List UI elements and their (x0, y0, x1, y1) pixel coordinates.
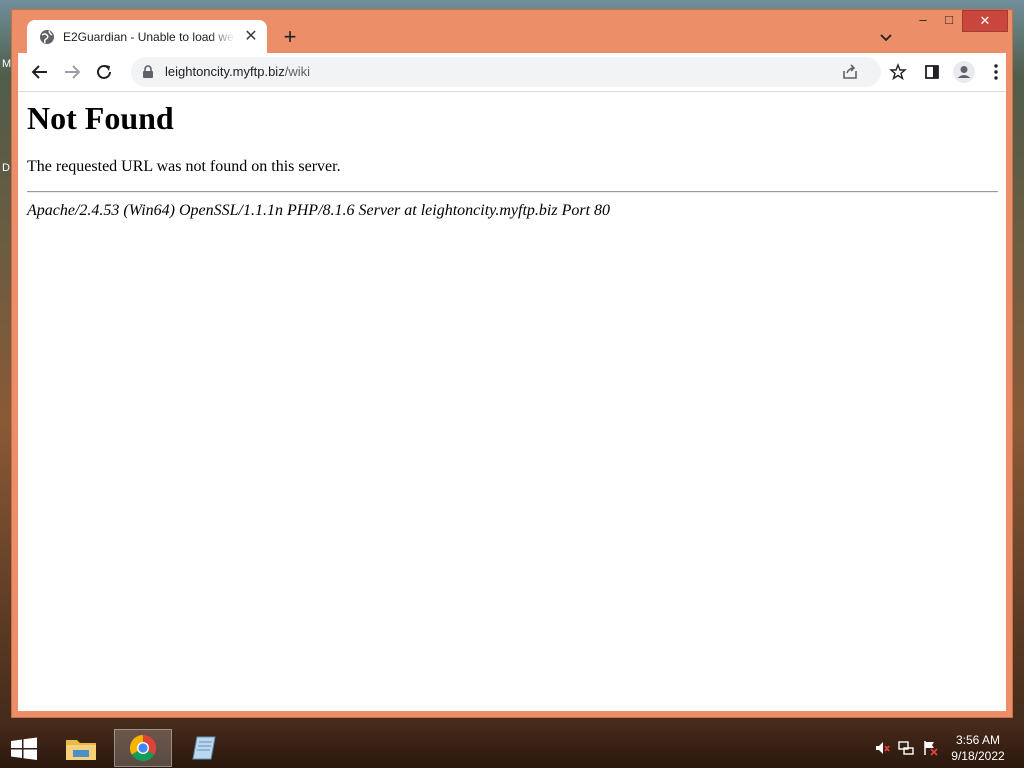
error-message: The requested URL was not found on this … (27, 158, 341, 175)
address-bar[interactable]: leightoncity.myftp.biz/wiki (131, 57, 907, 87)
clock-time: 3:56 AM (955, 733, 1001, 747)
kebab-menu-icon (994, 64, 998, 80)
taskbar: 3:56 AM 9/18/2022 (0, 728, 1024, 768)
browser-toolbar: leightoncity.myftp.biz/wiki (18, 53, 1006, 91)
chrome-icon (129, 734, 157, 762)
start-button-windows-icon[interactable] (6, 734, 42, 764)
action-center-flag-icon[interactable] (922, 740, 938, 756)
network-icon[interactable] (898, 740, 914, 756)
reload-button[interactable] (92, 60, 116, 84)
horizontal-rule (27, 191, 998, 193)
taskbar-file-explorer[interactable] (52, 729, 110, 767)
file-explorer-icon (66, 740, 96, 760)
url-path: /wiki (284, 64, 310, 79)
minimize-button[interactable]: – (910, 10, 936, 32)
page-heading: Not Found (27, 100, 174, 136)
url-text[interactable]: leightoncity.myftp.biz/wiki (165, 64, 310, 79)
arrow-right-icon (65, 65, 81, 79)
url-host: leightoncity.myftp.biz (165, 64, 285, 79)
tab-close-icon[interactable]: ✕ (243, 29, 259, 45)
forward-button[interactable] (60, 60, 84, 84)
tab-search-chevron-icon[interactable] (876, 28, 896, 48)
globe-icon (40, 30, 54, 44)
share-icon[interactable] (841, 63, 859, 81)
server-signature: Apache/2.4.53 (Win64) OpenSSL/1.1.1n PHP… (27, 202, 611, 219)
side-panel-icon (925, 65, 939, 79)
clock-date: 9/18/2022 (951, 749, 1005, 763)
taskbar-notepad[interactable] (176, 729, 234, 767)
volume-muted-icon[interactable] (874, 740, 890, 756)
close-window-button[interactable]: ✕ (962, 10, 1008, 32)
page-viewport: Not Found The requested URL was not foun… (18, 91, 1006, 711)
side-panel-button[interactable] (920, 60, 944, 84)
taskbar-clock[interactable]: 3:56 AM 9/18/2022 (938, 732, 1018, 764)
browser-menu-button[interactable] (984, 60, 1008, 84)
notepad-icon (192, 736, 216, 760)
tab-title: E2Guardian - Unable to load web (63, 30, 235, 44)
browser-window: E2Guardian - Unable to load web ✕ + – □ … (11, 9, 1013, 718)
back-button[interactable] (28, 60, 52, 84)
new-tab-button[interactable]: + (278, 26, 302, 50)
arrow-left-icon (31, 65, 47, 79)
star-icon[interactable] (889, 63, 907, 81)
browser-tab[interactable]: E2Guardian - Unable to load web ✕ (27, 20, 267, 54)
profile-button[interactable] (952, 60, 976, 84)
reload-icon (97, 64, 111, 79)
taskbar-chrome[interactable] (114, 729, 172, 767)
profile-icon (953, 61, 975, 83)
lock-icon[interactable] (141, 65, 155, 79)
maximize-button[interactable]: □ (936, 10, 962, 32)
